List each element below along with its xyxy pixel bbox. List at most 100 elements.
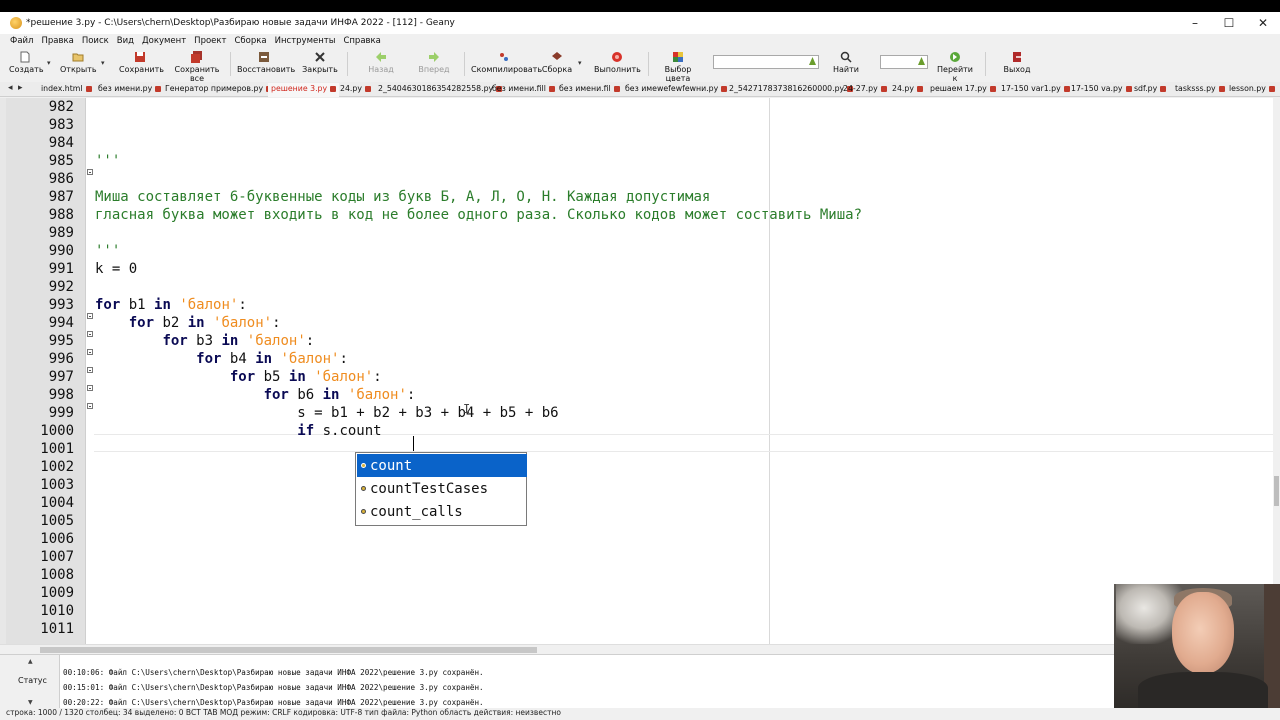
horizontal-scroll-thumb[interactable] <box>40 647 537 653</box>
horizontal-scrollbar[interactable] <box>0 644 1280 654</box>
line-number: 1008 <box>40 567 74 583</box>
method-icon <box>361 463 366 468</box>
clear-search-icon[interactable] <box>809 57 816 65</box>
save-button[interactable]: Сохранить <box>119 51 164 74</box>
close-icon <box>315 52 325 62</box>
fold-marker-icon[interactable] <box>87 169 93 175</box>
tab-close-icon[interactable] <box>1268 86 1275 92</box>
tab-17-150-var1[interactable]: 17-150 var1.py <box>998 83 1073 97</box>
new-file-button[interactable]: Создать <box>9 51 44 74</box>
tab-17-150-va[interactable]: 17-150 va.py <box>1068 83 1135 97</box>
line-number: 996 <box>48 351 74 367</box>
revert-button[interactable]: Восстановить <box>237 51 295 74</box>
build-dropdown-arrow[interactable]: ▾ <box>578 59 582 67</box>
menu-file[interactable]: Файл <box>10 36 33 46</box>
minimize-button[interactable]: – <box>1178 12 1212 34</box>
line-number: 1002 <box>40 459 74 475</box>
menu-search[interactable]: Поиск <box>82 36 109 46</box>
goto-line-button[interactable]: Перейти к <box>934 51 976 83</box>
status-tab-label[interactable]: Статус <box>18 676 47 685</box>
tab-2-5404630186354282558[interactable]: 2_5404630186354282558.py <box>375 83 505 97</box>
tab-up-arrow-icon[interactable]: ▲ <box>28 658 33 665</box>
fold-marker-icon[interactable] <box>87 385 93 391</box>
open-file-button[interactable]: Открыть <box>60 51 97 74</box>
tab-lesson-py[interactable]: lesson.py <box>1226 83 1278 97</box>
tab-down-arrow-icon[interactable]: ▼ <box>28 699 33 706</box>
code-line-994: for b2 in 'балон': <box>128 315 281 331</box>
line-number: 1005 <box>40 513 74 529</box>
fold-marker-icon[interactable] <box>87 349 93 355</box>
tab-close-icon[interactable] <box>1160 86 1167 92</box>
line-number: 997 <box>48 369 74 385</box>
clear-goto-icon[interactable] <box>918 57 925 65</box>
back-button[interactable]: Назад <box>366 51 396 74</box>
fold-marker-icon[interactable] <box>87 331 93 337</box>
find-button[interactable]: Найти <box>830 51 862 74</box>
autocomplete-popup[interactable]: count countTestCases count_calls <box>355 452 527 526</box>
fold-marker-icon[interactable] <box>87 403 93 409</box>
compile-button[interactable]: Скомпилировать <box>471 51 542 74</box>
fold-marker-icon[interactable] <box>87 313 93 319</box>
tab-reshenie-3-active[interactable]: решение 3.py <box>268 83 340 97</box>
tab-sdf-py[interactable]: sdf.py <box>1131 83 1169 97</box>
close-file-button[interactable]: Закрыть <box>300 51 340 74</box>
maximize-button[interactable]: ☐ <box>1212 12 1246 34</box>
tab-index-html[interactable]: index.html <box>38 83 95 97</box>
tab-close-icon[interactable] <box>880 86 887 92</box>
execute-button[interactable]: Выполнить <box>594 51 641 74</box>
open-dropdown-arrow[interactable]: ▾ <box>101 59 105 67</box>
search-icon <box>840 51 852 63</box>
menu-help[interactable]: Справка <box>343 36 380 46</box>
quit-button[interactable]: Выход <box>1000 51 1034 74</box>
tab-generator[interactable]: Генератор примеров.py <box>162 83 275 97</box>
menu-build[interactable]: Сборка <box>234 36 266 46</box>
tab-scroll-left-icon[interactable]: ◂ <box>8 83 13 93</box>
tab-bez-imeni-fill[interactable]: без имени.fill <box>489 83 558 97</box>
menu-project[interactable]: Проект <box>194 36 226 46</box>
forward-button[interactable]: Вперед <box>418 51 450 74</box>
vertical-scrollbar[interactable] <box>1273 98 1280 644</box>
tab-close-icon[interactable] <box>548 86 555 92</box>
tab-reshaem-17[interactable]: решаем 17.py <box>927 83 999 97</box>
menu-view[interactable]: Вид <box>117 36 134 46</box>
close-window-button[interactable]: ✕ <box>1246 12 1280 34</box>
autocomplete-item-selected[interactable]: count <box>357 454 527 477</box>
open-folder-icon <box>72 53 84 62</box>
new-dropdown-arrow[interactable]: ▾ <box>47 59 51 67</box>
code-editor[interactable]: 982 983 984 985 986 987 988 989 990 991 … <box>0 98 1280 644</box>
message-panel-tab[interactable]: ▲ Статус ▼ <box>0 655 60 709</box>
execute-icon <box>612 52 622 62</box>
tab-tasksss-py[interactable]: tasksss.py <box>1172 83 1228 97</box>
tab-close-icon[interactable] <box>85 86 92 92</box>
fold-marker-icon[interactable] <box>87 367 93 373</box>
menu-edit[interactable]: Правка <box>41 36 73 46</box>
tab-close-icon[interactable] <box>989 86 996 92</box>
tab-close-icon[interactable] <box>916 86 923 92</box>
tab-24-py[interactable]: 24.py <box>337 83 374 97</box>
menu-tools[interactable]: Инструменты <box>275 36 336 46</box>
tab-bez-imewefew[interactable]: без имеwefewfewни.py <box>622 83 730 97</box>
arrow-right-icon <box>429 52 439 62</box>
color-chooser-button[interactable]: Выбор цвета <box>653 51 703 83</box>
autocomplete-item[interactable]: countTestCases <box>357 477 527 500</box>
tab-close-icon[interactable] <box>330 86 337 92</box>
tab-2-5427178373816260000[interactable]: 2_5427178373816260000.py <box>726 83 856 97</box>
tab-bez-imeni-py[interactable]: без имени.py <box>95 83 164 97</box>
tab-24-27-py[interactable]: 24-27.py <box>840 83 890 97</box>
compile-icon <box>500 53 508 61</box>
tab-24-py-2[interactable]: 24.py <box>889 83 926 97</box>
tab-close-icon[interactable] <box>364 86 371 92</box>
tab-scroll-right-icon[interactable]: ▸ <box>18 83 23 93</box>
tab-bez-imeni-fil[interactable]: без имени.fil <box>556 83 623 97</box>
vertical-scroll-thumb[interactable] <box>1274 476 1279 506</box>
tab-close-icon[interactable] <box>613 86 620 92</box>
autocomplete-item[interactable]: count_calls <box>357 500 527 523</box>
tab-close-icon[interactable] <box>155 86 162 92</box>
title-bar: *решение 3.py - C:\Users\chern\Desktop\Р… <box>0 12 1280 34</box>
line-number: 990 <box>48 243 74 259</box>
line-number: 1004 <box>40 495 74 511</box>
menu-document[interactable]: Документ <box>142 36 186 46</box>
save-all-button[interactable]: Сохранить все <box>169 51 225 83</box>
tab-close-icon[interactable] <box>1218 86 1225 92</box>
build-button[interactable]: Сборка <box>541 51 573 74</box>
